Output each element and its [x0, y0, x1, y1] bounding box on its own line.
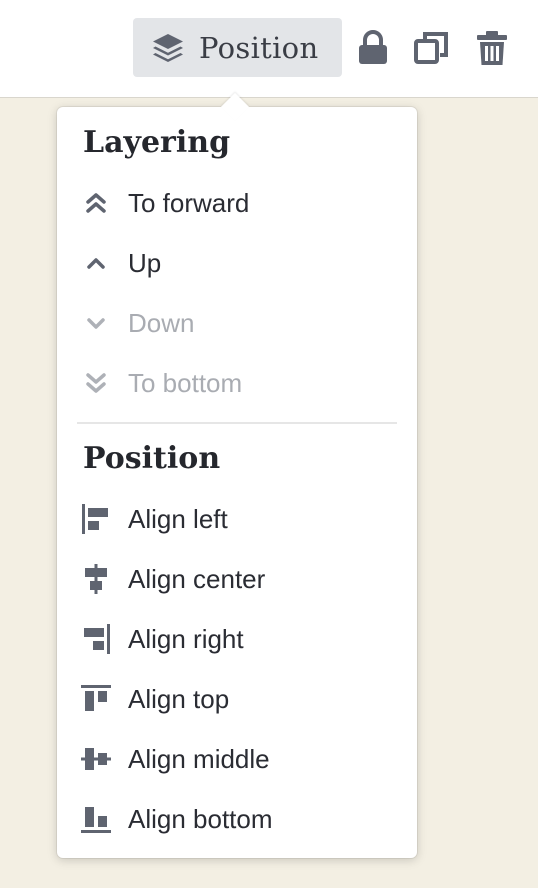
double-chevron-down-icon — [77, 367, 115, 399]
lock-icon[interactable] — [355, 29, 391, 67]
position-button-label: Position — [199, 30, 319, 65]
align-left-icon — [77, 503, 115, 535]
menu-item-down[interactable]: Down — [77, 298, 397, 348]
double-chevron-up-icon — [77, 187, 115, 219]
menu-item-label: Align right — [128, 623, 244, 654]
menu-divider — [77, 422, 397, 424]
menu-item-label: Up — [128, 247, 162, 278]
menu-item-align-center[interactable]: Align center — [77, 554, 397, 604]
chevron-up-icon — [77, 247, 115, 279]
align-bottom-icon — [77, 803, 115, 835]
layering-title: Layering — [83, 125, 231, 160]
menu-item-align-left[interactable]: Align left — [77, 494, 397, 544]
menu-item-align-top[interactable]: Align top — [77, 674, 397, 724]
menu-item-label: Align middle — [128, 743, 270, 774]
trash-icon[interactable] — [474, 29, 510, 67]
menu-item-align-bottom[interactable]: Align bottom — [77, 794, 397, 844]
position-button[interactable]: Position — [133, 18, 342, 77]
duplicate-icon[interactable] — [413, 29, 449, 67]
position-menu: Layering To forward Up Down To bottom Po… — [57, 92, 417, 858]
menu-item-to-bottom[interactable]: To bottom — [77, 358, 397, 408]
menu-item-align-middle[interactable]: Align middle — [77, 734, 397, 784]
menu-item-to-forward[interactable]: To forward — [77, 178, 397, 228]
layers-icon — [151, 32, 185, 64]
menu-item-label: Align center — [128, 563, 266, 594]
align-center-icon — [77, 563, 115, 595]
menu-item-label: Align left — [128, 503, 228, 534]
menu-item-align-right[interactable]: Align right — [77, 614, 397, 664]
menu-item-label: Down — [128, 307, 195, 338]
align-right-icon — [77, 623, 115, 655]
position-title: Position — [83, 441, 221, 476]
menu-item-label: Align bottom — [128, 803, 273, 834]
menu-item-label: To bottom — [128, 367, 243, 398]
menu-item-label: Align top — [128, 683, 230, 714]
align-middle-icon — [77, 743, 115, 775]
toolbar: Position — [0, 0, 538, 98]
align-top-icon — [77, 683, 115, 715]
chevron-down-icon — [77, 307, 115, 339]
menu-item-up[interactable]: Up — [77, 238, 397, 288]
menu-item-label: To forward — [128, 187, 250, 218]
